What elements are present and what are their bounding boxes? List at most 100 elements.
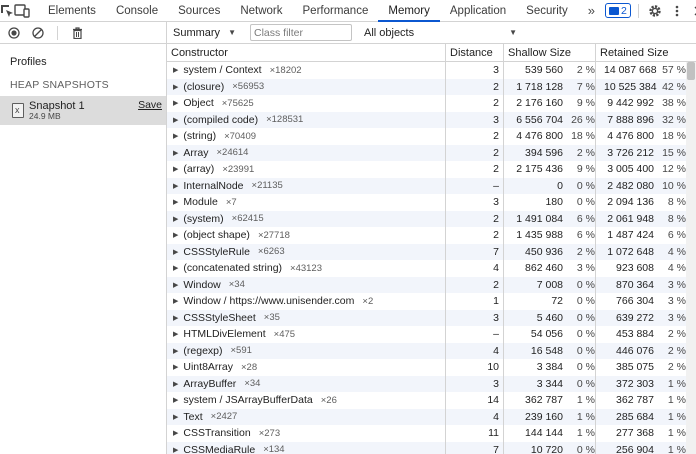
settings-gear-icon[interactable] — [646, 2, 664, 20]
class-filter-input[interactable] — [249, 24, 352, 41]
column-header-constructor[interactable]: Constructor — [167, 44, 446, 61]
shallow-size-cell: 16 548 0 % — [504, 342, 596, 359]
table-row[interactable]: ▶ (closure) ×56953 2 1 718 128 7 % 10 52… — [167, 78, 696, 95]
view-select[interactable]: Summary ▼ — [173, 27, 236, 39]
constructor-name: (concatenated string) — [183, 262, 283, 275]
expand-triangle-icon[interactable]: ▶ — [173, 215, 178, 223]
distance-cell: 2 — [446, 78, 504, 95]
vertical-scrollbar[interactable] — [686, 62, 696, 454]
shallow-size-percent: 0 % — [576, 295, 595, 308]
table-row[interactable]: ▶ CSSMediaRule ×134 7 10 720 0 % 256 904… — [167, 441, 696, 454]
tab-elements[interactable]: Elements — [38, 0, 106, 21]
issues-badge[interactable]: 2 — [604, 3, 631, 18]
table-row[interactable]: ▶ (array) ×23991 2 2 175 436 9 % 3 005 4… — [167, 161, 696, 178]
tab-sources[interactable]: Sources — [168, 0, 230, 21]
table-row[interactable]: ▶ Window ×34 2 7 008 0 % 870 364 3 % — [167, 276, 696, 293]
table-row[interactable]: ▶ (string) ×70409 2 4 476 800 18 % 4 476… — [167, 128, 696, 145]
expand-triangle-icon[interactable]: ▶ — [173, 347, 178, 355]
retained-size-percent: 3 % — [667, 311, 686, 324]
column-header-retained-size[interactable]: Retained Size — [596, 44, 686, 61]
instance-count: ×26 — [320, 394, 337, 406]
table-row[interactable]: ▶ InternalNode ×21135 – 0 0 % 2 482 080 … — [167, 177, 696, 194]
expand-triangle-icon[interactable]: ▶ — [173, 330, 178, 338]
save-snapshot-link[interactable]: Save — [138, 99, 162, 111]
table-row[interactable]: ▶ HTMLDivElement ×475 – 54 056 0 % 453 8… — [167, 326, 696, 343]
clear-icon[interactable] — [30, 24, 46, 42]
more-options-icon[interactable] — [668, 2, 686, 20]
expand-triangle-icon[interactable]: ▶ — [173, 446, 178, 454]
trash-icon[interactable] — [69, 24, 85, 42]
table-row[interactable]: ▶ Text ×2427 4 239 160 1 % 285 684 1 % — [167, 408, 696, 425]
table-row[interactable]: ▶ (system) ×62415 2 1 491 084 6 % 2 061 … — [167, 210, 696, 227]
table-row[interactable]: ▶ system / Context ×18202 3 539 560 2 % … — [167, 62, 696, 79]
table-row[interactable]: ▶ ArrayBuffer ×34 3 3 344 0 % 372 303 1 … — [167, 375, 696, 392]
expand-triangle-icon[interactable]: ▶ — [173, 281, 178, 289]
instance-count: ×134 — [263, 444, 285, 454]
retained-size-percent: 4 % — [667, 262, 686, 275]
expand-triangle-icon[interactable]: ▶ — [173, 231, 178, 239]
inspect-element-icon[interactable] — [0, 0, 14, 21]
table-row[interactable]: ▶ CSSStyleSheet ×35 3 5 460 0 % 639 272 … — [167, 309, 696, 326]
distance-cell: 2 — [446, 95, 504, 112]
column-header-distance[interactable]: Distance — [446, 44, 504, 61]
constructor-name: Module — [183, 196, 218, 209]
table-row[interactable]: ▶ Object ×75625 2 2 176 160 9 % 9 442 99… — [167, 95, 696, 112]
tab-console[interactable]: Console — [106, 0, 168, 21]
column-header-shallow-size[interactable]: Shallow Size — [504, 44, 596, 61]
tab-network[interactable]: Network — [230, 0, 292, 21]
expand-triangle-icon[interactable]: ▶ — [173, 198, 178, 206]
expand-triangle-icon[interactable]: ▶ — [173, 413, 178, 421]
retained-size-cell: 362 787 1 % — [596, 392, 686, 409]
table-row[interactable]: ▶ Window / https://www.unisender.com ×2 … — [167, 293, 696, 310]
heap-table: Constructor Distance Shallow Size Retain… — [167, 44, 696, 454]
tab-security[interactable]: Security — [516, 0, 578, 21]
shallow-size-value: 3 384 — [536, 361, 563, 374]
table-row[interactable]: ▶ (object shape) ×27718 2 1 435 988 6 % … — [167, 227, 696, 244]
expand-triangle-icon[interactable]: ▶ — [173, 132, 178, 140]
table-row[interactable]: ▶ (concatenated string) ×43123 4 862 460… — [167, 260, 696, 277]
shallow-size-value: 7 008 — [536, 278, 563, 291]
expand-triangle-icon[interactable]: ▶ — [173, 182, 178, 190]
expand-triangle-icon[interactable]: ▶ — [173, 297, 178, 305]
device-toolbar-icon[interactable] — [14, 0, 30, 21]
constructor-name: Uint8Array — [183, 361, 233, 374]
expand-triangle-icon[interactable]: ▶ — [173, 165, 178, 173]
expand-triangle-icon[interactable]: ▶ — [173, 83, 178, 91]
retained-size-cell: 453 884 2 % — [596, 326, 686, 343]
tab-application[interactable]: Application — [440, 0, 516, 21]
table-row[interactable]: ▶ CSSStyleRule ×6263 7 450 936 2 % 1 072… — [167, 243, 696, 260]
expand-triangle-icon[interactable]: ▶ — [173, 99, 178, 107]
table-row[interactable]: ▶ system / JSArrayBufferData ×26 14 362 … — [167, 392, 696, 409]
record-icon[interactable] — [6, 24, 22, 42]
expand-triangle-icon[interactable]: ▶ — [173, 380, 178, 388]
shallow-size-value: 862 460 — [525, 262, 563, 275]
expand-triangle-icon[interactable]: ▶ — [173, 264, 178, 272]
expand-triangle-icon[interactable]: ▶ — [173, 66, 178, 74]
table-row[interactable]: ▶ Uint8Array ×28 10 3 384 0 % 385 075 2 … — [167, 359, 696, 376]
expand-triangle-icon[interactable]: ▶ — [173, 149, 178, 157]
expand-triangle-icon[interactable]: ▶ — [173, 429, 178, 437]
expand-triangle-icon[interactable]: ▶ — [173, 116, 178, 124]
table-row[interactable]: ▶ (regexp) ×591 4 16 548 0 % 446 076 2 % — [167, 342, 696, 359]
shallow-size-value: 2 176 160 — [516, 97, 563, 110]
tab-performance[interactable]: Performance — [293, 0, 379, 21]
heap-toolbar: Summary ▼ All objects ▼ — [167, 22, 696, 44]
expand-triangle-icon[interactable]: ▶ — [173, 314, 178, 322]
close-devtools-icon[interactable] — [690, 2, 696, 20]
retained-size-cell: 7 888 896 32 % — [596, 112, 686, 129]
table-row[interactable]: ▶ CSSTransition ×273 11 144 144 1 % 277 … — [167, 425, 696, 442]
snapshot-item[interactable]: Snapshot 1 24.9 MB Save — [0, 96, 166, 125]
expand-triangle-icon[interactable]: ▶ — [173, 363, 178, 371]
scrollbar-thumb[interactable] — [687, 62, 695, 80]
more-tabs-button[interactable]: » — [578, 0, 605, 21]
table-row[interactable]: ▶ Array ×24614 2 394 596 2 % 3 726 212 1… — [167, 144, 696, 161]
table-row[interactable]: ▶ Module ×7 3 180 0 % 2 094 136 8 % — [167, 194, 696, 211]
objects-select[interactable]: All objects ▼ — [364, 27, 517, 39]
table-row[interactable]: ▶ (compiled code) ×128531 3 6 556 704 26… — [167, 111, 696, 129]
constructor-cell: ▶ (concatenated string) ×43123 — [167, 260, 446, 277]
tab-memory[interactable]: Memory — [378, 0, 440, 22]
expand-triangle-icon[interactable]: ▶ — [173, 248, 178, 256]
constructor-cell: ▶ Array ×24614 — [167, 144, 446, 161]
retained-size-value: 362 787 — [616, 394, 654, 407]
expand-triangle-icon[interactable]: ▶ — [173, 396, 178, 404]
